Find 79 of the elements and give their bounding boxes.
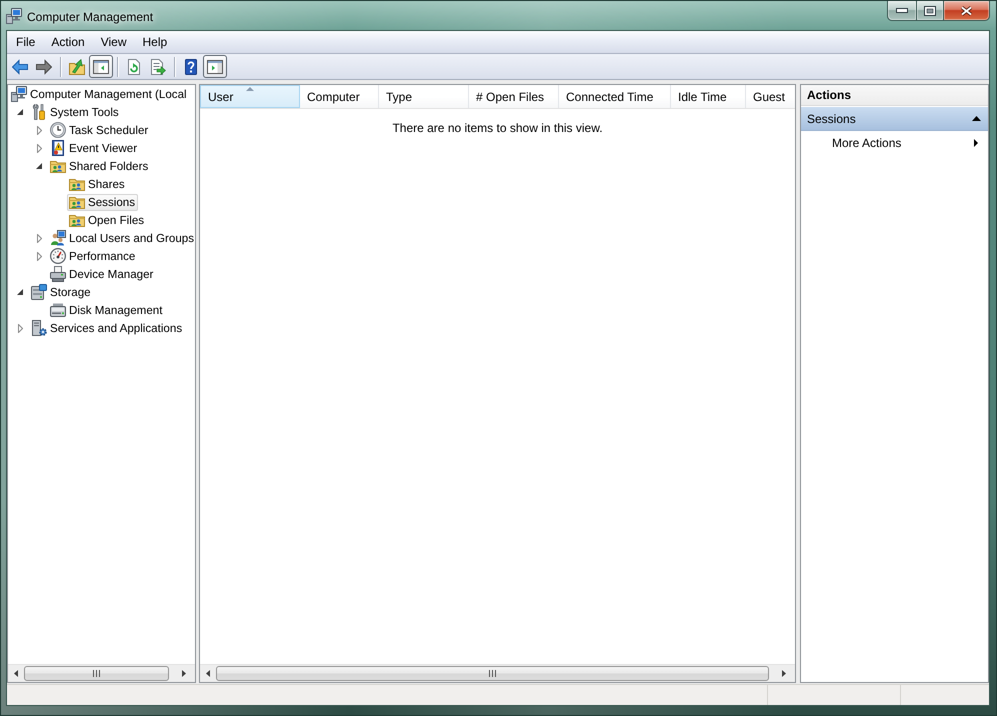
clock-icon (50, 122, 66, 138)
expand-triangle-icon[interactable] (36, 144, 42, 152)
export-list-icon (150, 58, 166, 74)
tools-icon (31, 104, 47, 120)
column-header[interactable]: User (200, 85, 300, 108)
computer-icon (6, 8, 22, 24)
back-arrow-icon (12, 58, 28, 74)
expand-triangle-icon[interactable] (18, 324, 22, 332)
tree-item[interactable]: Local Users and Groups (48, 230, 198, 246)
close-icon (960, 6, 973, 16)
section-header[interactable]: Sessions (801, 107, 988, 131)
expand-triangle-icon[interactable] (36, 234, 42, 242)
server-gear-icon (31, 320, 47, 336)
menu-item[interactable]: Action (43, 32, 93, 52)
scroll-right-icon[interactable] (782, 670, 786, 677)
maximize-button[interactable] (916, 1, 943, 21)
actions-header: Actions (801, 85, 988, 106)
menu-item[interactable]: View (92, 32, 134, 52)
scrollbar-thumb[interactable] (24, 666, 169, 681)
action-pane-toggle-button[interactable] (203, 55, 227, 78)
collapse-triangle-icon[interactable] (17, 109, 23, 115)
shared-folder-icon (69, 194, 85, 210)
scroll-right-icon[interactable] (182, 670, 186, 677)
maximize-icon (924, 6, 936, 16)
tree-item[interactable]: Sessions (67, 194, 138, 210)
column-header[interactable]: Idle Time (671, 85, 746, 108)
tree-item[interactable]: Open Files (67, 212, 148, 228)
tree-item[interactable]: Shared Folders (48, 158, 152, 174)
storage-icon (31, 284, 47, 300)
tree-item[interactable]: Computer Management (Local (9, 86, 190, 102)
minimize-button[interactable] (887, 1, 916, 21)
printer-icon (50, 266, 66, 282)
tree-item[interactable]: Performance (48, 248, 138, 264)
column-header[interactable]: Connected Time (559, 85, 671, 108)
tree-pane-toggle-button[interactable] (89, 55, 113, 78)
minimize-icon (896, 8, 908, 13)
sort-arrow-icon (246, 87, 254, 91)
gauge-icon (50, 248, 66, 264)
users-icon (50, 230, 66, 246)
close-button[interactable] (943, 1, 990, 21)
tree-item[interactable]: Event Viewer (48, 140, 140, 156)
scrollbar-thumb[interactable] (216, 666, 769, 681)
refresh-icon (126, 58, 142, 74)
tree-item[interactable]: Task Scheduler (48, 122, 152, 138)
scroll-left-icon[interactable] (206, 670, 210, 677)
horizontal-scrollbar[interactable] (8, 664, 195, 682)
tree-item[interactable]: Device Manager (48, 266, 156, 282)
grip-icon (489, 670, 496, 677)
disk-drive-icon (50, 302, 66, 318)
collapse-triangle-icon[interactable] (36, 163, 42, 169)
shared-folder-icon (69, 212, 85, 228)
shared-folder-icon (69, 176, 85, 192)
shared-folder-icon (50, 158, 66, 174)
collapse-triangle-icon[interactable] (17, 289, 23, 295)
scroll-left-icon[interactable] (14, 670, 18, 677)
tree-item[interactable]: System Tools (29, 104, 122, 120)
help-icon (183, 58, 199, 74)
column-header[interactable]: Computer (300, 85, 379, 108)
computer-icon (11, 86, 27, 102)
column-header[interactable]: Type (379, 85, 469, 108)
expand-triangle-icon[interactable] (36, 252, 42, 260)
pane-window-icon (207, 58, 223, 74)
empty-list-message: There are no items to show in this view. (392, 121, 603, 135)
log-book-icon (50, 140, 66, 156)
menu-item[interactable]: Help (134, 32, 176, 52)
forward-arrow-icon (36, 58, 52, 74)
expand-triangle-icon[interactable] (36, 126, 42, 134)
pane-window-icon (93, 58, 109, 74)
tree-item[interactable]: Storage (29, 284, 94, 300)
menu-item[interactable]: File (8, 32, 44, 52)
column-header[interactable]: # Open Files (469, 85, 559, 108)
tree-item[interactable]: Disk Management (48, 302, 166, 318)
tree-item[interactable]: Services and Applications (29, 320, 186, 336)
action-item[interactable]: More Actions (801, 133, 988, 153)
window-title: Computer Management (27, 10, 154, 24)
horizontal-scrollbar[interactable] (200, 664, 795, 682)
tree-item[interactable]: Shares (67, 176, 128, 192)
folder-arrow-icon (69, 58, 85, 74)
grip-icon (93, 670, 100, 677)
